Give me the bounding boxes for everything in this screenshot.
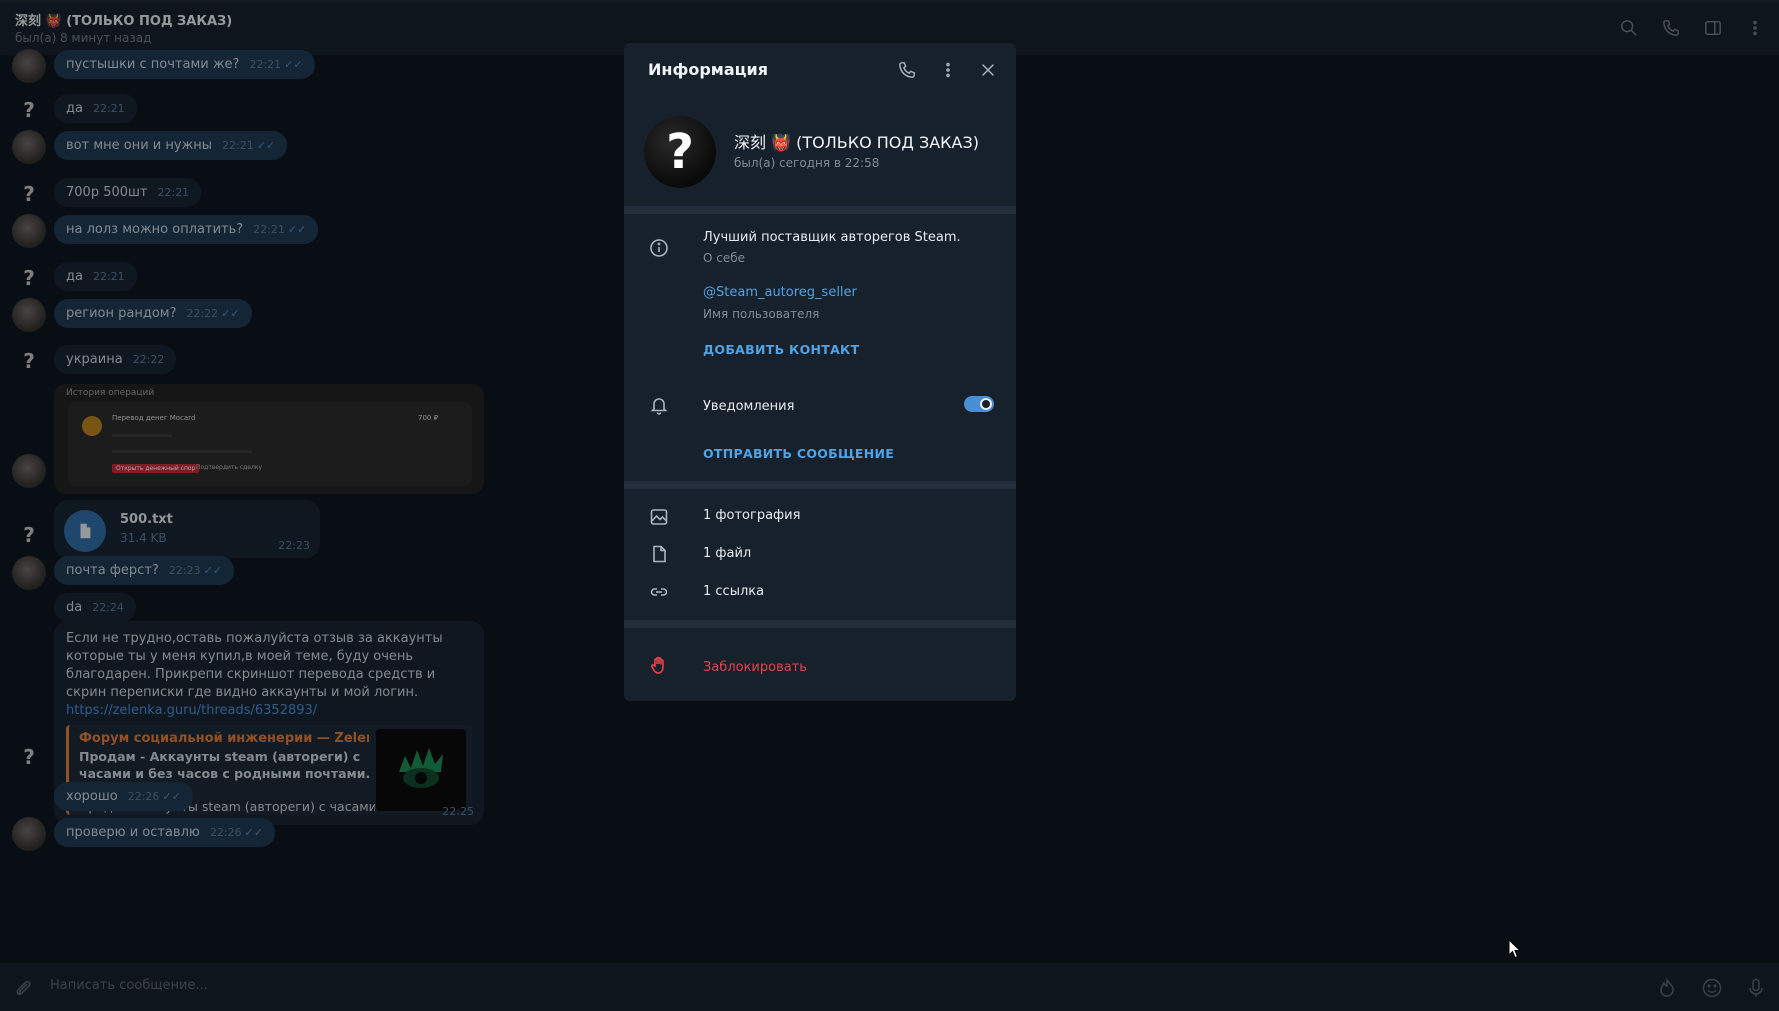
section-divider: [624, 620, 1016, 628]
shared-photos[interactable]: 1 фотография: [703, 508, 800, 523]
profile-name: 深刻 👹 (ТОЛЬКО ПОД ЗАКАЗ): [734, 133, 979, 152]
info-icon: [648, 237, 670, 259]
bell-icon: [648, 394, 670, 416]
more-icon[interactable]: [938, 60, 958, 80]
photo-icon: [648, 506, 670, 528]
username-label: Имя пользователя: [703, 307, 820, 321]
close-icon[interactable]: [978, 60, 998, 80]
notifications-toggle[interactable]: [964, 396, 994, 412]
bio-label: О себе: [703, 251, 746, 265]
dialog-title: Информация: [648, 60, 768, 79]
add-contact-button[interactable]: ДОБАВИТЬ КОНТАКТ: [703, 342, 859, 357]
bio-text[interactable]: Лучший поставщик авторегов Steam.: [703, 230, 961, 245]
user-info-dialog: Информация ? 深刻 👹 (ТОЛЬКО ПОД ЗАКАЗ) был…: [624, 43, 1016, 701]
section-divider: [624, 481, 1016, 489]
username-link[interactable]: @Steam_autoreg_seller: [703, 285, 857, 300]
send-message-button[interactable]: ОТПРАВИТЬ СООБЩЕНИЕ: [703, 446, 894, 461]
profile-last-seen: был(а) сегодня в 22:58: [734, 156, 880, 170]
link-icon: [648, 581, 670, 603]
mouse-cursor-icon: [1508, 939, 1522, 959]
block-user-button[interactable]: Заблокировать: [703, 660, 807, 675]
shared-links[interactable]: 1 ссылка: [703, 584, 764, 599]
file-icon: [648, 543, 670, 565]
profile-avatar[interactable]: ?: [644, 116, 716, 188]
notifications-label: Уведомления: [703, 399, 795, 414]
shared-files[interactable]: 1 файл: [703, 546, 751, 561]
phone-icon[interactable]: [897, 60, 917, 80]
toggle-knob: [980, 398, 992, 410]
hand-stop-icon: [648, 654, 670, 676]
section-divider: [624, 206, 1016, 214]
